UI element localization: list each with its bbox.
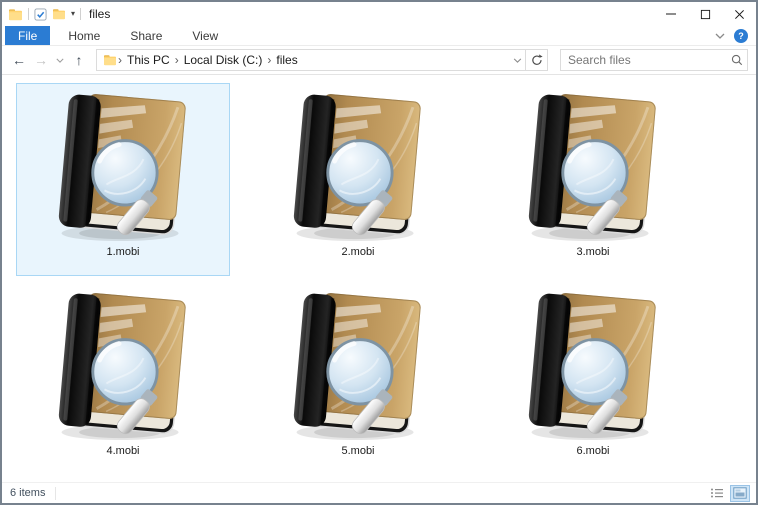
minimize-button[interactable] [654, 2, 688, 26]
back-icon[interactable]: ← [10, 50, 28, 70]
file-name: 2.mobi [341, 246, 374, 259]
titlebar-divider [80, 8, 81, 20]
address-folder-icon [103, 54, 117, 66]
status-divider [55, 487, 56, 500]
explorer-window: ▾ files File Home Share View ? ← → ↑ › T… [0, 0, 758, 505]
file-name: 5.mobi [341, 445, 374, 458]
mobi-book-icon [519, 286, 667, 442]
view-toggles [707, 485, 750, 502]
up-icon[interactable]: ↑ [70, 50, 88, 70]
status-bar: 6 items [2, 482, 756, 503]
maximize-button[interactable] [688, 2, 722, 26]
expand-ribbon-icon[interactable] [715, 33, 725, 39]
tab-view[interactable]: View [180, 26, 230, 45]
mobi-book-icon [519, 87, 667, 243]
mobi-book-icon [49, 87, 197, 243]
file-grid: 1.mobi 2.mobi 3.mobi 4.mobi 5.mobi 6.mob… [2, 75, 756, 482]
file-name: 3.mobi [576, 246, 609, 259]
recent-locations-chevron-icon[interactable] [54, 50, 66, 70]
breadcrumb-this-pc[interactable]: This PC [123, 53, 174, 67]
titlebar: ▾ files [2, 2, 756, 26]
details-view-icon[interactable] [707, 485, 727, 502]
caption-buttons [654, 2, 756, 26]
forward-icon[interactable]: → [32, 50, 50, 70]
mobi-book-icon [284, 87, 432, 243]
search-icon[interactable] [727, 53, 747, 67]
address-bar-controls [509, 50, 547, 70]
qat-customize-dropdown-icon[interactable]: ▾ [71, 5, 75, 23]
file-name: 4.mobi [106, 445, 139, 458]
file-item[interactable]: 2.mobi [251, 83, 465, 276]
window-title: files [89, 7, 110, 21]
tab-home[interactable]: Home [56, 26, 112, 45]
address-dropdown-chevron-icon[interactable] [509, 50, 525, 70]
mobi-book-icon [284, 286, 432, 442]
tab-file[interactable]: File [5, 26, 50, 45]
address-bar[interactable]: › This PC › Local Disk (C:) › files [96, 49, 548, 71]
file-item[interactable]: 5.mobi [251, 282, 465, 475]
file-name: 6.mobi [576, 445, 609, 458]
ribbon-right-controls: ? [715, 26, 756, 45]
items-count: 6 items [10, 487, 45, 499]
breadcrumb-files[interactable]: files [272, 53, 301, 67]
search-box [560, 49, 748, 71]
properties-check-icon[interactable] [34, 5, 47, 23]
tab-share[interactable]: Share [118, 26, 174, 45]
file-item[interactable]: 3.mobi [486, 83, 700, 276]
new-folder-icon[interactable] [52, 5, 66, 23]
search-input[interactable] [561, 53, 727, 67]
navigation-bar: ← → ↑ › This PC › Local Disk (C:) › file… [2, 46, 756, 75]
large-icons-view-icon[interactable] [730, 485, 750, 502]
mobi-book-icon [49, 286, 197, 442]
quick-access-toolbar: ▾ files [2, 2, 110, 26]
file-name: 1.mobi [106, 246, 139, 259]
help-button[interactable]: ? [734, 29, 748, 43]
titlebar-divider [28, 8, 29, 20]
close-button[interactable] [722, 2, 756, 26]
breadcrumb-local-disk[interactable]: Local Disk (C:) [180, 53, 267, 67]
file-item[interactable]: 1.mobi [16, 83, 230, 276]
refresh-icon[interactable] [525, 50, 547, 70]
app-folder-icon [8, 5, 23, 23]
ribbon-tab-row: File Home Share View ? [2, 26, 756, 46]
file-item[interactable]: 6.mobi [486, 282, 700, 475]
file-item[interactable]: 4.mobi [16, 282, 230, 475]
